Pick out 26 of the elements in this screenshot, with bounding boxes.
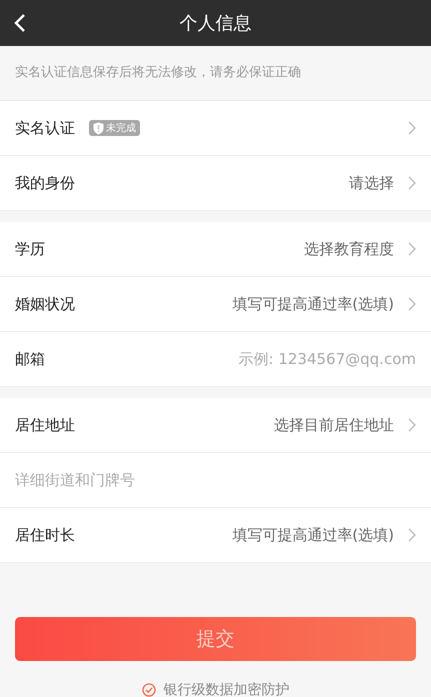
select-placeholder[interactable]: 填写可提高通过率(选填) [232,526,394,544]
chevron-right-icon[interactable] [408,418,416,432]
badge-text: 未完成 [106,122,136,135]
check-icon [142,683,156,697]
field-label: 居住时长 [15,526,75,544]
shield-icon [93,122,104,134]
page-title: 个人信息 [180,12,252,35]
select-placeholder[interactable]: 选择教育程度 [304,240,394,258]
field-label: 学历 [15,240,45,258]
email-input[interactable]: 示例: 1234567@qq.com [53,350,416,368]
chevron-right-icon[interactable] [408,528,416,542]
field-label: 居住地址 [15,416,75,434]
back-icon[interactable] [14,13,26,33]
address-input[interactable]: 详细街道和门牌号 [15,471,416,489]
chevron-right-icon[interactable] [408,242,416,256]
security-note: 银行级数据加密防护 [164,681,290,697]
select-placeholder[interactable]: 填写可提高通过率(选填) [232,294,394,314]
field-label: 邮箱 [15,350,45,368]
select-placeholder[interactable]: 请选择 [349,174,394,192]
field-label: 实名认证 [15,118,75,138]
field-label: 婚姻状况 [15,294,75,314]
field-label: 我的身份 [15,174,75,192]
chevron-right-icon[interactable] [408,297,416,311]
chevron-right-icon[interactable] [408,176,416,190]
chevron-right-icon[interactable] [408,121,416,135]
select-placeholder[interactable]: 选择目前居住地址 [274,416,394,434]
